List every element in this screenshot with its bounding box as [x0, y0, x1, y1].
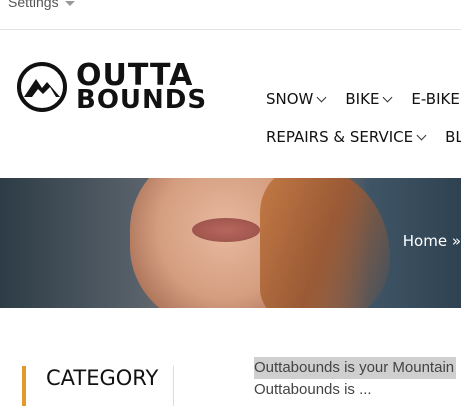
- nav-item-blog[interactable]: BLO: [445, 128, 461, 146]
- breadcrumb[interactable]: Home »: [403, 232, 461, 250]
- logo-line-2: BOUNDS: [76, 84, 208, 115]
- hero-image-lips: [192, 218, 260, 242]
- nav-item-label: SNOW: [266, 90, 314, 108]
- intro-line-2: Outtabounds is ...: [254, 381, 372, 398]
- chevron-down-icon: [416, 130, 427, 140]
- category-heading: CATEGORY: [22, 366, 174, 406]
- intro-text: Outtabounds is your Mountain Outtabounds…: [254, 357, 461, 401]
- mountain-logo-icon: [17, 62, 67, 112]
- intro-line-1: Outtabounds is your Mountain: [254, 357, 457, 379]
- nav-item-label: BIKE: [345, 90, 380, 108]
- settings-label: Settings: [8, 0, 59, 10]
- nav-row-1: SNOW BIKE E-BIKE: [266, 80, 461, 118]
- nav-item-label: REPAIRS & SERVICE: [266, 128, 414, 146]
- nav-item-e-bike[interactable]: E-BIKE: [411, 90, 459, 108]
- site-logo[interactable]: OUTTA BOUNDS: [16, 61, 207, 113]
- category-title: CATEGORY: [46, 366, 159, 390]
- chevron-down-icon: [382, 92, 393, 102]
- hero-banner: Home »: [0, 178, 461, 308]
- breadcrumb-home[interactable]: Home »: [403, 232, 461, 250]
- nav-row-2: REPAIRS & SERVICE BLO: [266, 118, 461, 156]
- chevron-down-icon: [316, 92, 327, 102]
- settings-dropdown[interactable]: Settings: [8, 0, 75, 10]
- nav-item-label: E-BIKE: [411, 90, 460, 108]
- nav-item-bike[interactable]: BIKE: [345, 90, 393, 108]
- logo-text: OUTTA BOUNDS: [76, 61, 208, 115]
- main-navigation: SNOW BIKE E-BIKE REPAIRS & SERVICE BLO: [266, 80, 461, 156]
- hero-image-hair: [260, 178, 390, 308]
- nav-item-label: BLO: [445, 128, 461, 146]
- nav-item-repairs-service[interactable]: REPAIRS & SERVICE: [266, 128, 427, 146]
- caret-down-icon: [64, 0, 75, 6]
- nav-item-snow[interactable]: SNOW: [266, 90, 327, 108]
- top-bar: Settings: [0, 0, 461, 30]
